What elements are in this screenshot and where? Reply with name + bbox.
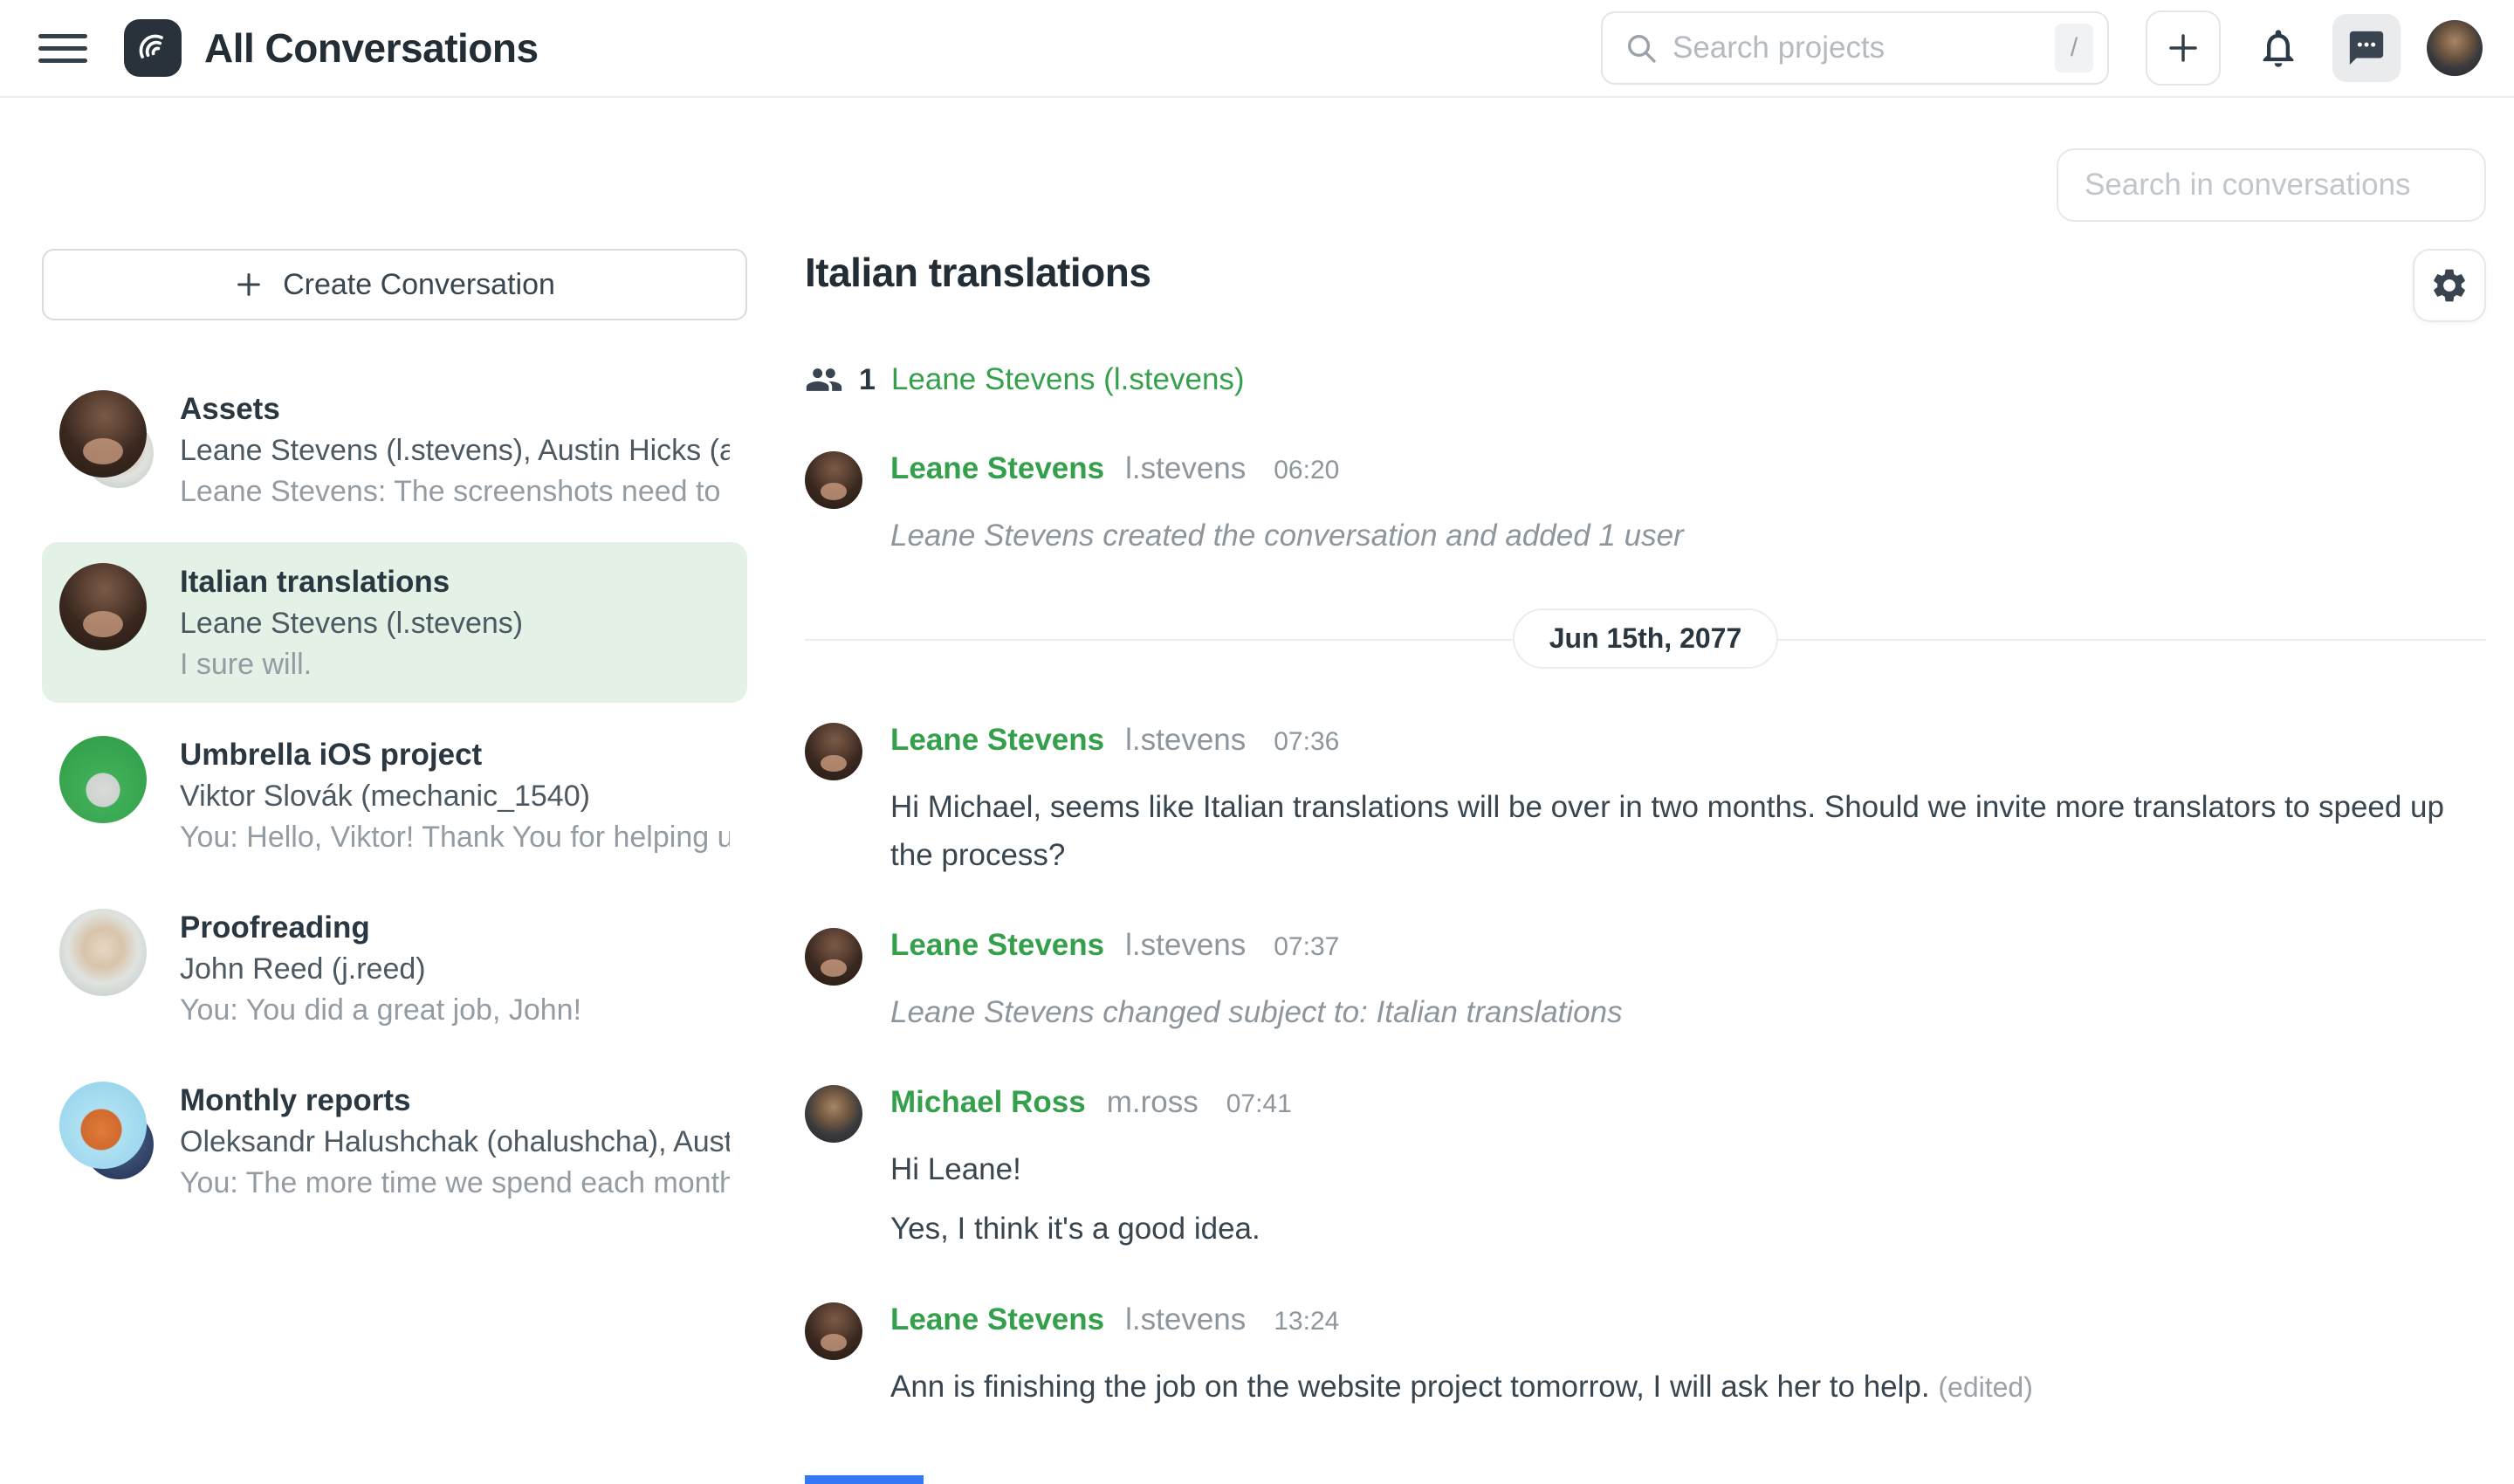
date-pill: Jun 15th, 2077 bbox=[1513, 608, 1779, 669]
edited-label: (edited) bbox=[1938, 1371, 2033, 1403]
conversation-members: Viktor Slovák (mechanic_1540) bbox=[180, 780, 730, 814]
avatar bbox=[59, 909, 147, 996]
avatar-group bbox=[59, 563, 157, 682]
date-divider: Jun 15th, 2077 bbox=[805, 608, 2486, 669]
avatar[interactable] bbox=[805, 723, 862, 780]
search-in-conversations-input[interactable] bbox=[2057, 148, 2486, 222]
conversation-title: Assets bbox=[180, 392, 730, 427]
participants-row: 1 Leane Stevens (l.stevens) bbox=[805, 361, 2486, 399]
avatar[interactable] bbox=[805, 1302, 862, 1360]
conversations-toggle-button[interactable] bbox=[2332, 14, 2401, 82]
avatar[interactable] bbox=[805, 928, 862, 986]
conversation-members: Leane Stevens (l.stevens) bbox=[180, 607, 730, 641]
avatar bbox=[59, 736, 147, 823]
people-icon bbox=[805, 361, 843, 399]
conversation-item-proofreading[interactable]: Proofreading John Reed (j.reed) You: You… bbox=[42, 888, 747, 1048]
message-author[interactable]: Leane Stevens bbox=[890, 451, 1104, 486]
slash-shortcut-badge: / bbox=[2055, 24, 2093, 72]
message-time: 13:24 bbox=[1274, 1307, 1339, 1336]
message-username: l.stevens bbox=[1125, 723, 1246, 758]
message-username: m.ross bbox=[1107, 1085, 1199, 1120]
avatar-group bbox=[59, 1082, 157, 1200]
chat-pane: Italian translations 1 Leane Stevens (l.… bbox=[805, 249, 2486, 1484]
avatar[interactable] bbox=[805, 1085, 862, 1143]
message: Leane Stevens l.stevens 06:20 Leane Stev… bbox=[805, 451, 2486, 560]
conversation-preview: You: You did a great job, John! bbox=[180, 993, 730, 1027]
message-time: 07:36 bbox=[1274, 727, 1339, 757]
create-conversation-button[interactable]: Create Conversation bbox=[42, 249, 747, 320]
conversation-title: Italian translations bbox=[180, 565, 730, 600]
message-author[interactable]: Leane Stevens bbox=[890, 1302, 1104, 1337]
bell-icon bbox=[2256, 25, 2301, 71]
conversations-sidebar: Create Conversation Assets Leane Stevens… bbox=[42, 249, 747, 1233]
conversation-preview: You: The more time we spend each month o… bbox=[180, 1166, 730, 1200]
notifications-button[interactable] bbox=[2256, 25, 2301, 71]
avatar-group bbox=[59, 390, 157, 509]
app-logo[interactable] bbox=[124, 19, 182, 77]
message: Leane Stevens l.stevens 07:37 Leane Stev… bbox=[805, 928, 2486, 1036]
system-message-text: Leane Stevens changed subject to: Italia… bbox=[890, 989, 2486, 1036]
message-username: l.stevens bbox=[1125, 1302, 1246, 1337]
workspace: Create Conversation Assets Leane Stevens… bbox=[0, 98, 2514, 1484]
message-author[interactable]: Leane Stevens bbox=[890, 723, 1104, 758]
message-list: Leane Stevens l.stevens 06:20 Leane Stev… bbox=[805, 451, 2486, 1411]
message-text-content: Ann is finishing the job on the website … bbox=[890, 1370, 1930, 1404]
user-avatar[interactable] bbox=[2427, 20, 2483, 76]
avatar-group bbox=[59, 736, 157, 855]
search-icon bbox=[1624, 31, 1659, 65]
conversation-item-italian-translations[interactable]: Italian translations Leane Stevens (l.st… bbox=[42, 542, 747, 703]
conversation-members: Oleksandr Halushchak (ohalushcha), Austi… bbox=[180, 1125, 730, 1159]
gear-icon bbox=[2429, 265, 2469, 306]
create-conversation-label: Create Conversation bbox=[283, 268, 555, 302]
message: Leane Stevens l.stevens 07:36 Hi Michael… bbox=[805, 723, 2486, 879]
avatar bbox=[59, 390, 147, 477]
top-header: All Conversations / bbox=[0, 0, 2514, 98]
logo-arcs-icon bbox=[134, 29, 172, 67]
participants-link[interactable]: Leane Stevens (l.stevens) bbox=[891, 362, 1245, 397]
chat-bubble-icon bbox=[2346, 28, 2387, 68]
message-text: Hi Leane! bbox=[890, 1146, 2486, 1193]
message-username: l.stevens bbox=[1125, 928, 1246, 963]
message-time: 06:20 bbox=[1274, 456, 1339, 485]
message-text: Yes, I think it's a good idea. bbox=[890, 1206, 2486, 1253]
conversation-preview: I sure will. bbox=[180, 648, 730, 682]
conversation-preview: Leane Stevens: The screenshots need to b… bbox=[180, 475, 730, 509]
avatar[interactable] bbox=[805, 451, 862, 509]
message-author[interactable]: Michael Ross bbox=[890, 1085, 1086, 1120]
avatar bbox=[59, 563, 147, 650]
avatar-group bbox=[59, 909, 157, 1027]
avatar bbox=[59, 1082, 147, 1169]
add-button[interactable] bbox=[2146, 10, 2221, 86]
page-title: All Conversations bbox=[204, 24, 539, 72]
conversation-title: Proofreading bbox=[180, 910, 730, 945]
conversation-item-monthly-reports[interactable]: Monthly reports Oleksandr Halushchak (oh… bbox=[42, 1061, 747, 1221]
message-username: l.stevens bbox=[1125, 451, 1246, 486]
search-projects-box[interactable]: / bbox=[1601, 11, 2109, 85]
message-time: 07:37 bbox=[1274, 932, 1339, 962]
message-text: Ann is finishing the job on the website … bbox=[890, 1364, 2486, 1411]
conversation-item-umbrella-ios[interactable]: Umbrella iOS project Viktor Slovák (mech… bbox=[42, 715, 747, 876]
conversation-members: John Reed (j.reed) bbox=[180, 952, 730, 986]
message: Leane Stevens l.stevens 13:24 Ann is fin… bbox=[805, 1302, 2486, 1411]
conversation-title: Monthly reports bbox=[180, 1083, 730, 1118]
conversation-title: Umbrella iOS project bbox=[180, 738, 730, 773]
message-text: Hi Michael, seems like Italian translati… bbox=[890, 784, 2486, 879]
participants-count: 1 bbox=[859, 363, 876, 397]
bottom-accent-bar bbox=[805, 1475, 924, 1484]
conversation-settings-button[interactable] bbox=[2413, 249, 2486, 322]
conversation-item-assets[interactable]: Assets Leane Stevens (l.stevens), Austin… bbox=[42, 369, 747, 530]
conversation-members: Leane Stevens (l.stevens), Austin Hicks … bbox=[180, 434, 730, 468]
plus-icon bbox=[234, 270, 264, 299]
system-message-text: Leane Stevens created the conversation a… bbox=[890, 512, 2486, 560]
conversation-preview: You: Hello, Viktor! Thank You for helpin… bbox=[180, 821, 730, 855]
message-author[interactable]: Leane Stevens bbox=[890, 928, 1104, 963]
chat-title: Italian translations bbox=[805, 249, 1151, 296]
message: Michael Ross m.ross 07:41 Hi Leane! Yes,… bbox=[805, 1085, 2486, 1254]
conversation-list: Assets Leane Stevens (l.stevens), Austin… bbox=[42, 369, 747, 1233]
message-time: 07:41 bbox=[1226, 1089, 1292, 1119]
search-projects-input[interactable] bbox=[1673, 31, 2055, 65]
plus-icon bbox=[2165, 30, 2201, 66]
hamburger-menu-icon[interactable] bbox=[38, 24, 87, 72]
